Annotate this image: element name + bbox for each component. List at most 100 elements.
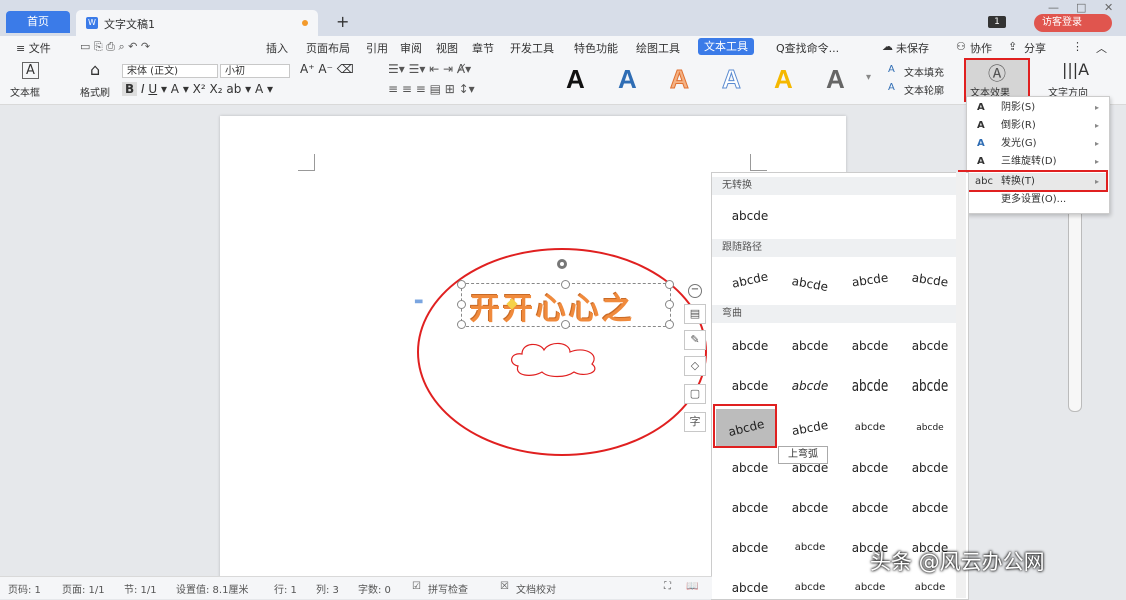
font-grow-shrink-icons[interactable]: A⁺ A⁻ ⌫ — [300, 62, 354, 76]
menu-3d-rotation[interactable]: A 三维旋转(D) ▸ — [967, 153, 1107, 171]
menu-reflection[interactable]: A 倒影(R) ▸ — [967, 117, 1107, 135]
text-tool-icon[interactable]: 字 — [684, 412, 706, 432]
resize-handle[interactable] — [561, 320, 570, 329]
font-name-select[interactable]: 宋体 (正文) — [122, 64, 218, 78]
resize-handle[interactable] — [665, 280, 674, 289]
font-size-select[interactable]: 小初 — [220, 64, 290, 78]
transform-arch-up[interactable]: abcde — [717, 255, 784, 305]
align-buttons[interactable]: ≡ ≡ ≡ ▤ ⊞ ↕▾ — [388, 82, 475, 96]
warp-option[interactable]: abcde — [900, 489, 960, 527]
transform-none[interactable]: abcde — [720, 197, 780, 235]
unsaved-status[interactable]: 未保存 — [896, 40, 929, 56]
close-button[interactable]: ✕ — [1104, 1, 1113, 14]
transform-circle[interactable]: abcde — [838, 257, 903, 303]
wordart-style-orange-outline[interactable]: A — [670, 64, 690, 95]
menu-features[interactable]: 特色功能 — [574, 40, 618, 56]
menu-insert[interactable]: 插入 — [266, 40, 288, 56]
warp-option[interactable]: abcde — [720, 449, 780, 487]
maximize-button[interactable]: □ — [1076, 1, 1086, 14]
status-words[interactable]: 字数: 0 — [358, 581, 391, 596]
proofread-button[interactable]: 文档校对 — [516, 581, 556, 596]
wordart-text[interactable]: 开开心心之 — [470, 284, 635, 328]
menu-glow[interactable]: A 发光(G) ▸ — [967, 135, 1107, 153]
tab-document[interactable]: W 文字文稿1 — [76, 10, 318, 36]
visitor-login-button[interactable]: 访客登录 — [1034, 14, 1112, 32]
new-tab-button[interactable]: + — [336, 12, 349, 31]
warp-option[interactable]: abcde — [840, 449, 900, 487]
menu-review[interactable]: 审阅 — [400, 40, 422, 56]
spellcheck-button[interactable]: 拼写检查 — [428, 581, 468, 596]
wordart-style-gray[interactable]: A — [826, 64, 845, 95]
warp-option[interactable]: abcde — [720, 327, 780, 365]
gallery-scrollbar[interactable] — [956, 172, 966, 598]
warp-option[interactable]: abcde — [900, 327, 960, 365]
outline-icon[interactable]: ▢ — [684, 384, 706, 404]
wordart-style-blue-outline[interactable]: A — [722, 64, 742, 95]
style-scroll-icon[interactable]: ▾ — [866, 72, 871, 83]
menu-chapter[interactable]: 章节 — [472, 40, 494, 56]
textbox-icon[interactable]: A — [22, 62, 39, 79]
warp-option[interactable]: abcde — [900, 449, 960, 487]
warp-option[interactable]: abcde — [780, 569, 840, 599]
minimize-button[interactable]: — — [1048, 1, 1059, 14]
resize-handle[interactable] — [457, 300, 466, 309]
share-button[interactable]: 分享 — [1024, 40, 1046, 56]
rotate-handle-icon[interactable] — [557, 259, 567, 269]
warp-option[interactable]: abcde — [720, 367, 780, 405]
pen-icon[interactable]: ✎ — [684, 330, 706, 350]
menu-drawing-tools[interactable]: 绘图工具 — [636, 40, 680, 56]
warp-option[interactable]: abcde — [840, 409, 900, 447]
page-count-badge[interactable]: 1 — [988, 16, 1006, 28]
textbox-button[interactable]: 文本框 — [10, 84, 40, 99]
warp-option[interactable]: abcde — [840, 489, 900, 527]
wordart-style-blue[interactable]: A — [618, 64, 637, 95]
menu-file[interactable]: ≡ 文件 — [16, 40, 51, 56]
collab-button[interactable]: 协作 — [970, 40, 992, 56]
transform-button[interactable]: abcde — [898, 257, 963, 303]
warp-option[interactable]: abcde — [780, 489, 840, 527]
layout-options-icon[interactable]: ▤ — [684, 304, 706, 324]
warp-option[interactable]: abcde — [720, 569, 780, 599]
more-icon[interactable]: ⋮ — [1072, 40, 1083, 53]
format-painter-button[interactable]: 格式刷 — [80, 84, 110, 99]
warp-option[interactable]: abcde — [840, 327, 900, 365]
warp-option[interactable]: abcde — [780, 327, 840, 365]
menu-more-settings[interactable]: 更多设置(O)... — [967, 191, 1107, 209]
warp-option[interactable]: abcde — [780, 529, 840, 567]
menu-text-tools[interactable]: 文本工具 — [698, 38, 754, 55]
resize-handle[interactable] — [561, 280, 570, 289]
warp-option[interactable]: abcde — [900, 361, 960, 410]
warp-option[interactable]: abcde — [780, 367, 840, 405]
fill-bucket-icon[interactable]: ◇ — [684, 356, 706, 376]
resize-handle[interactable] — [457, 320, 466, 329]
menu-references[interactable]: 引用 — [366, 40, 388, 56]
warp-option[interactable]: abcde — [777, 404, 843, 452]
menu-dev-tools[interactable]: 开发工具 — [510, 40, 554, 56]
quick-access-icons[interactable]: ▭ ⎘ ⎙ ⌕ ↶ ↷ — [80, 40, 150, 54]
fullscreen-icon[interactable]: ⛶ — [664, 581, 671, 592]
search-command[interactable]: Q查找命令... — [776, 40, 839, 56]
resize-handle[interactable] — [665, 320, 674, 329]
text-outline-button[interactable]: 文本轮廓 — [904, 82, 944, 97]
collapse-tool-icon[interactable]: − — [688, 284, 702, 298]
warp-option[interactable]: abcde — [720, 529, 780, 567]
cloud-shape[interactable] — [508, 338, 608, 378]
transform-arch-down[interactable]: abcde — [777, 260, 843, 308]
text-fill-button[interactable]: 文本填充 — [904, 64, 944, 79]
menu-page-layout[interactable]: 页面布局 — [306, 40, 350, 56]
book-view-icon[interactable]: 📖 — [686, 581, 698, 592]
resize-handle[interactable] — [457, 280, 466, 289]
warp-option[interactable]: abcde — [900, 409, 960, 447]
list-buttons[interactable]: ☰▾ ☰▾ ⇤ ⇥ Ⱥ▾ — [388, 62, 471, 76]
resize-handle[interactable] — [665, 300, 674, 309]
wordart-style-yellow[interactable]: A — [774, 64, 793, 95]
warp-option[interactable]: abcde — [720, 489, 780, 527]
font-style-buttons[interactable]: B I U ▾ A ▾ X² X₂ ab ▾ A ▾ — [122, 82, 273, 96]
wordart-style-black[interactable]: A — [566, 64, 585, 95]
tab-home[interactable]: 首页 — [6, 11, 70, 33]
menu-view[interactable]: 视图 — [436, 40, 458, 56]
menu-shadow[interactable]: A 阴影(S) ▸ — [967, 99, 1107, 117]
collapse-ribbon-icon[interactable]: ︿ — [1096, 40, 1107, 56]
warp-option[interactable]: abcde — [840, 361, 900, 410]
format-painter-icon[interactable]: ⌂ — [90, 60, 100, 79]
